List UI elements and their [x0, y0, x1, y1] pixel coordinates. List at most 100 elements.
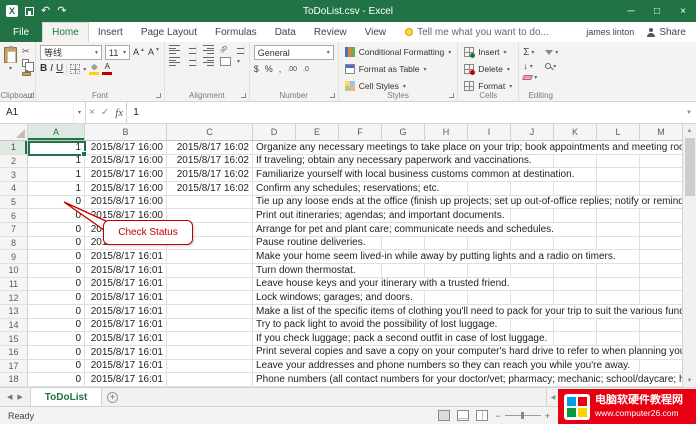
row-header-10[interactable]: 10: [0, 264, 28, 277]
column-header-D[interactable]: D: [253, 124, 296, 140]
shrink-font-button[interactable]: A▼: [148, 48, 160, 57]
row-header-4[interactable]: 4: [0, 182, 28, 195]
font-name-select[interactable]: 等线 ▾: [40, 45, 102, 60]
column-header-H[interactable]: H: [425, 124, 468, 140]
orientation-button[interactable]: ab: [219, 44, 229, 54]
row-header-6[interactable]: 6: [0, 209, 28, 222]
cell-D15[interactable]: If you check luggage; pack a second outf…: [253, 332, 682, 345]
cell-D13[interactable]: Make a list of the specific items of clo…: [253, 305, 682, 318]
grow-font-button[interactable]: A▲: [133, 48, 145, 57]
format-painter-icon[interactable]: [22, 72, 31, 76]
column-header-B[interactable]: B: [85, 124, 167, 140]
cell-D12[interactable]: Lock windows; garages; and doors.: [253, 291, 682, 304]
cell-D7[interactable]: Arrange for pet and plant care; communic…: [253, 223, 682, 236]
conditional-formatting-button[interactable]: Conditional Formatting ▾: [343, 45, 454, 59]
cell-D11[interactable]: Leave house keys and your itinerary with…: [253, 278, 682, 291]
align-right-button[interactable]: [203, 57, 214, 66]
cell-A2[interactable]: 1: [28, 155, 85, 168]
cell-C11[interactable]: [167, 278, 253, 291]
cell-B3[interactable]: 2015/8/17 16:00: [85, 168, 167, 181]
select-all-corner[interactable]: [0, 124, 28, 140]
tab-review[interactable]: Review: [305, 22, 356, 42]
column-header-I[interactable]: I: [468, 124, 511, 140]
insert-cells-button[interactable]: Insert ▾: [462, 45, 514, 59]
share-button[interactable]: Share: [646, 22, 696, 42]
column-header-L[interactable]: L: [597, 124, 640, 140]
minimize-button[interactable]: ─: [618, 0, 644, 22]
dialog-launcher-icon[interactable]: [27, 93, 32, 98]
cell-A8[interactable]: 0: [28, 237, 85, 250]
cell-D6[interactable]: Print out itineraries; agendas; and impo…: [253, 209, 682, 222]
align-bottom-icon[interactable]: [203, 45, 214, 54]
scroll-up-icon[interactable]: ▲: [683, 124, 696, 137]
cell-A15[interactable]: 0: [28, 332, 85, 345]
clear-button[interactable]: ▾: [523, 74, 537, 81]
tab-insert[interactable]: Insert: [89, 22, 132, 42]
sheet-next-icon[interactable]: ▶: [17, 393, 22, 401]
cell-B14[interactable]: 2015/8/17 16:01: [85, 319, 167, 332]
row-header-8[interactable]: 8: [0, 237, 28, 250]
tab-page-layout[interactable]: Page Layout: [132, 22, 206, 42]
cell-B15[interactable]: 2015/8/17 16:01: [85, 332, 167, 345]
zoom-in-icon[interactable]: +: [545, 411, 550, 421]
cell-C9[interactable]: [167, 250, 253, 263]
cell-C5[interactable]: [167, 196, 253, 209]
number-format-select[interactable]: General ▾: [254, 45, 334, 60]
cell-C3[interactable]: 2015/8/17 16:02: [167, 168, 253, 181]
cell-B18[interactable]: 2015/8/17 16:01: [85, 373, 167, 386]
scroll-down-icon[interactable]: ▼: [683, 374, 696, 387]
fill-color-button[interactable]: [89, 64, 99, 75]
sheet-prev-icon[interactable]: ◀: [7, 393, 12, 401]
row-header-12[interactable]: 12: [0, 291, 28, 304]
cell-A11[interactable]: 0: [28, 278, 85, 291]
row-header-1[interactable]: 1: [0, 141, 28, 154]
row-header-14[interactable]: 14: [0, 319, 28, 332]
cell-B4[interactable]: 2015/8/17 16:00: [85, 182, 167, 195]
vertical-scrollbar[interactable]: ▲ ▼: [682, 124, 696, 387]
cell-D8[interactable]: Pause routine deliveries.: [253, 237, 682, 250]
row-header-13[interactable]: 13: [0, 305, 28, 318]
tab-view[interactable]: View: [356, 22, 396, 42]
cell-B17[interactable]: 2015/8/17 16:01: [85, 360, 167, 373]
tab-file[interactable]: File: [0, 22, 42, 42]
copy-icon[interactable]: [22, 59, 29, 67]
cell-A12[interactable]: 0: [28, 291, 85, 304]
cell-B10[interactable]: 2015/8/17 16:01: [85, 264, 167, 277]
cell-D5[interactable]: Tie up any loose ends at the office (fin…: [253, 196, 682, 209]
cell-D14[interactable]: Try to pack light to avoid the possibili…: [253, 319, 682, 332]
zoom-track[interactable]: [505, 415, 541, 416]
dialog-launcher-icon[interactable]: [241, 93, 246, 98]
close-button[interactable]: ×: [670, 0, 696, 22]
column-header-E[interactable]: E: [296, 124, 339, 140]
fill-button[interactable]: ↓ ▾: [523, 61, 537, 71]
redo-icon[interactable]: ↷: [57, 6, 66, 17]
cancel-icon[interactable]: ×: [89, 107, 95, 118]
formula-input[interactable]: 1: [127, 102, 682, 123]
accounting-format-button[interactable]: $: [254, 64, 259, 74]
cell-B16[interactable]: 2015/8/17 16:01: [85, 346, 167, 359]
maximize-button[interactable]: □: [644, 0, 670, 22]
cell-B2[interactable]: 2015/8/17 16:00: [85, 155, 167, 168]
view-page-layout-icon[interactable]: [457, 410, 469, 421]
delete-cells-button[interactable]: Delete ▾: [462, 62, 514, 76]
find-select-button[interactable]: ▾: [545, 61, 558, 71]
row-header-3[interactable]: 3: [0, 168, 28, 181]
cell-C14[interactable]: [167, 319, 253, 332]
cell-B11[interactable]: 2015/8/17 16:01: [85, 278, 167, 291]
borders-button[interactable]: [70, 64, 80, 74]
row-header-17[interactable]: 17: [0, 360, 28, 373]
cell-D4[interactable]: Confirm any schedules; reservations; etc…: [253, 182, 682, 195]
cell-C12[interactable]: [167, 291, 253, 304]
dialog-launcher-icon[interactable]: [449, 93, 454, 98]
tell-me-box[interactable]: Tell me what you want to do...: [395, 22, 559, 42]
font-color-button[interactable]: A: [102, 63, 112, 75]
view-page-break-icon[interactable]: [476, 410, 488, 421]
row-header-11[interactable]: 11: [0, 278, 28, 291]
cell-A9[interactable]: 0: [28, 250, 85, 263]
align-top-icon[interactable]: [169, 45, 180, 54]
cell-A14[interactable]: 0: [28, 319, 85, 332]
row-header-15[interactable]: 15: [0, 332, 28, 345]
align-center-button[interactable]: [186, 57, 197, 66]
cell-D16[interactable]: Print several copies and save a copy on …: [253, 346, 682, 359]
row-header-16[interactable]: 16: [0, 346, 28, 359]
